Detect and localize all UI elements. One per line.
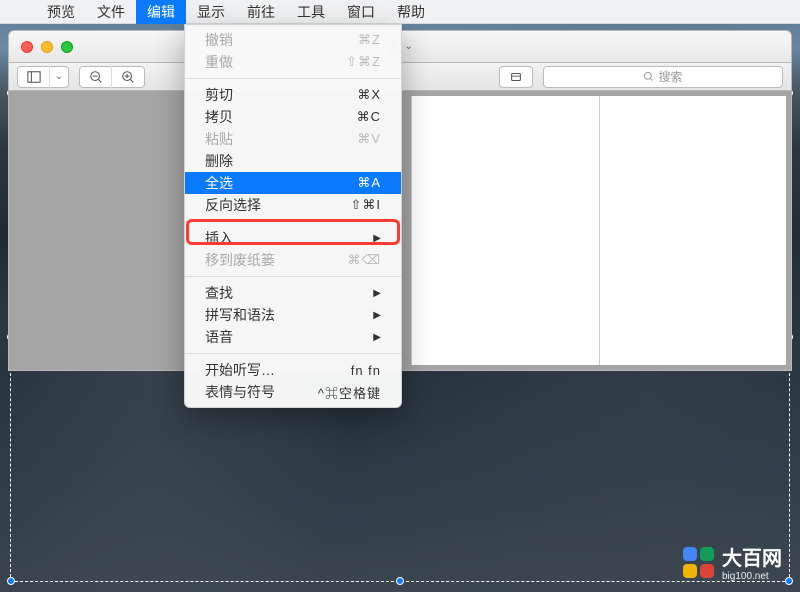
menu-item-插入[interactable]: 插入 ▶ [185,227,401,249]
submenu-arrow-icon: ▶ [373,310,381,321]
menu-item-反向选择[interactable]: 反向选择 ⇧⌘I [185,194,401,216]
menu-separator [185,78,401,79]
submenu-arrow-icon: ▶ [373,332,381,343]
search-input[interactable]: 搜索 [543,66,783,88]
menu-shortcut: ⌘A [357,175,381,191]
menu-shortcut: ⌘⌫ [348,252,381,268]
watermark: 大百网 big100.net [683,542,782,582]
menu-item-删除[interactable]: 删除 [185,150,401,172]
page-1[interactable] [411,96,599,365]
zoom-out-button[interactable] [80,66,112,88]
markup-group [499,66,533,88]
menu-item-label: 反向选择 [205,195,261,215]
menu-item-label: 语音 [205,327,233,347]
menu-item-label: 剪切 [205,85,233,105]
chevron-down-icon[interactable]: ⌄ [404,41,412,52]
menu-go[interactable]: 前往 [236,0,286,24]
maximize-button[interactable] [61,41,73,53]
menu-item-表情与符号[interactable]: 表情与符号 ^⌘空格键 [185,381,401,403]
menu-app[interactable]: 预览 [36,0,86,24]
submenu-arrow-icon: ▶ [373,288,381,299]
menu-help[interactable]: 帮助 [386,0,436,24]
submenu-arrow-icon: ▶ [373,233,381,244]
menu-item-剪切[interactable]: 剪切 ⌘X [185,84,401,106]
menu-shortcut: ⌘X [357,87,381,103]
menu-item-查找[interactable]: 查找 ▶ [185,282,401,304]
menu-separator [185,221,401,222]
menu-item-label: 表情与符号 [205,382,275,402]
markup-button[interactable] [500,66,532,88]
menu-item-移到废纸篓: 移到废纸篓 ⌘⌫ [185,249,401,271]
menu-item-label: 开始听写… [205,360,275,380]
sidebar-dropdown-button[interactable]: ⌄ [50,66,68,88]
menu-separator [185,353,401,354]
menu-item-开始听写…[interactable]: 开始听写… fn fn [185,359,401,381]
menu-item-撤销: 撤销 ⌘Z [185,29,401,51]
close-button[interactable] [21,41,33,53]
menu-item-label: 拷贝 [205,107,233,127]
menu-shortcut: ⇧⌘I [350,197,381,213]
watermark-logo-icon [683,547,714,578]
menu-window[interactable]: 窗口 [336,0,386,24]
menu-item-label: 粘贴 [205,129,233,149]
menu-shortcut: ⌘Z [358,32,381,48]
menu-item-拼写和语法[interactable]: 拼写和语法 ▶ [185,304,401,326]
page-2[interactable] [599,96,787,365]
menu-view[interactable]: 显示 [186,0,236,24]
system-menubar: 预览 文件 编辑 显示 前往 工具 窗口 帮助 [0,0,800,24]
menu-separator [185,276,401,277]
menu-edit[interactable]: 编辑 [136,0,186,24]
menu-shortcut: ^⌘空格键 [318,383,381,402]
menu-item-label: 全选 [205,173,233,193]
zoom-in-button[interactable] [112,66,144,88]
menu-shortcut: ⌘C [357,109,381,125]
menu-file[interactable]: 文件 [86,0,136,24]
watermark-subtitle: big100.net [722,571,782,582]
menu-shortcut: ⇧⌘Z [346,54,381,70]
menu-item-label: 移到废纸篓 [205,250,275,270]
menu-tools[interactable]: 工具 [286,0,336,24]
traffic-lights [9,41,73,53]
menu-item-label: 查找 [205,283,233,303]
menu-shortcut: fn fn [351,363,381,378]
menu-item-拷贝[interactable]: 拷贝 ⌘C [185,106,401,128]
menu-item-全选[interactable]: 全选 ⌘A [185,172,401,194]
menu-item-语音[interactable]: 语音 ▶ [185,326,401,348]
watermark-title: 大百网 [722,542,782,571]
minimize-button[interactable] [41,41,53,53]
menu-item-粘贴: 粘贴 ⌘V [185,128,401,150]
menu-item-label: 删除 [205,151,233,171]
menu-item-重做: 重做 ⇧⌘Z [185,51,401,73]
zoom-group [79,66,145,88]
menu-item-label: 拼写和语法 [205,305,275,325]
sidebar-toggle-button[interactable] [18,66,50,88]
menu-shortcut: ⌘V [357,131,381,147]
sidebar-toggle-group: ⌄ [17,66,69,88]
menu-item-label: 重做 [205,52,233,72]
search-placeholder: 搜索 [658,68,682,85]
search-icon [643,71,654,82]
edit-menu-dropdown: 撤销 ⌘Z 重做 ⇧⌘Z 剪切 ⌘X 拷贝 ⌘C 粘贴 ⌘V 删除全选 ⌘A 反向选择 ⇧⌘I 插入 ▶ 移到废… [184,24,402,408]
menu-item-label: 插入 [205,228,233,248]
document-pages [411,96,786,365]
menu-item-label: 撤销 [205,30,233,50]
